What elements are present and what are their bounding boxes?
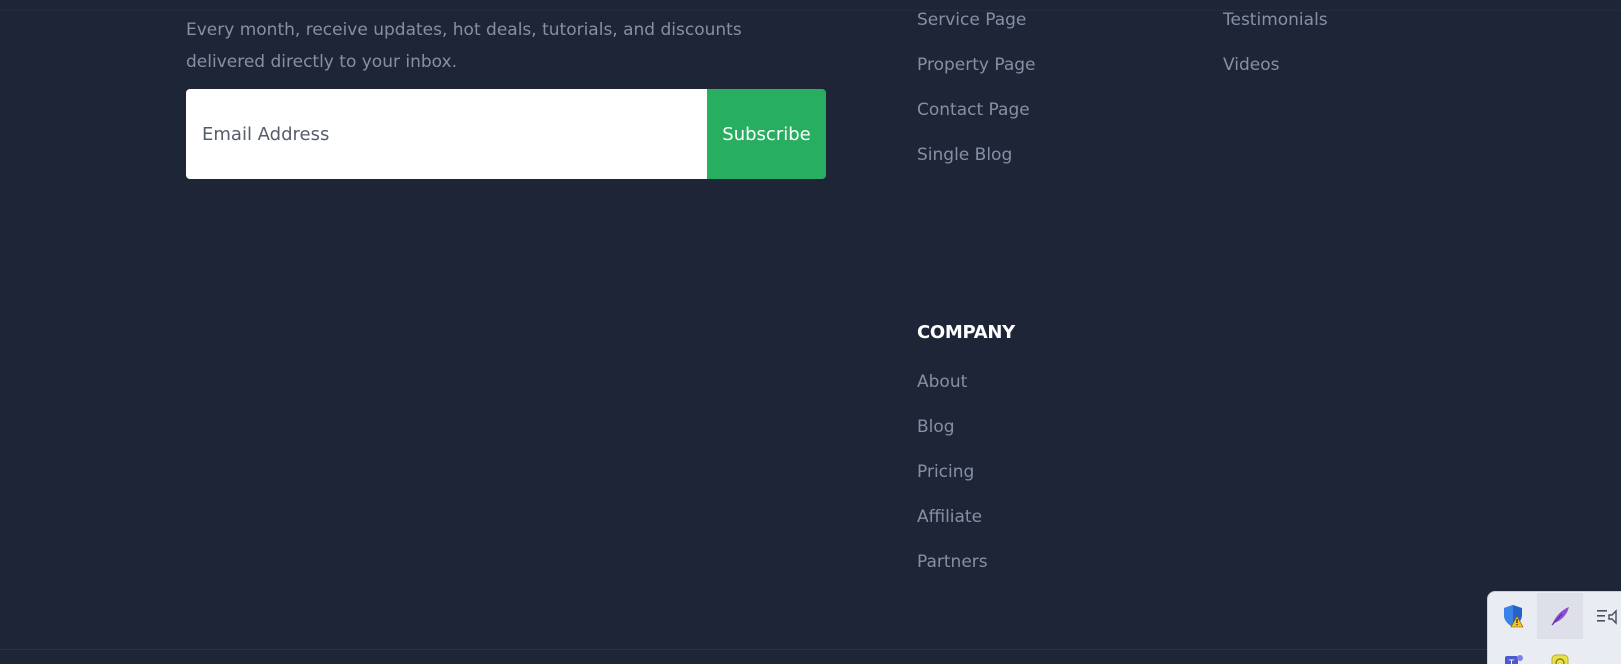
- newsletter-form: Subscribe: [186, 89, 826, 179]
- footer-link-testimonials[interactable]: Testimonials: [1223, 10, 1328, 55]
- company-heading: COMPANY: [917, 322, 1015, 343]
- newsletter-description: Every month, receive updates, hot deals,…: [186, 20, 742, 72]
- footer-page: Every month, receive updates, hot deals,…: [0, 0, 1621, 664]
- footer-link-partners[interactable]: Partners: [917, 552, 988, 597]
- footer-link-pricing[interactable]: Pricing: [917, 462, 988, 507]
- svg-text:T: T: [1508, 659, 1515, 664]
- pages-links-left: Service Page Property Page Contact Page …: [917, 10, 1036, 190]
- security-shield-warning-icon[interactable]: [1490, 593, 1536, 639]
- footer-link-single-blog[interactable]: Single Blog: [917, 145, 1036, 190]
- footer-link-affiliate[interactable]: Affiliate: [917, 507, 988, 552]
- footer-link-service-page[interactable]: Service Page: [917, 10, 1036, 55]
- pages-links-right: Testimonials Videos: [1223, 10, 1328, 100]
- footer-link-blog[interactable]: Blog: [917, 417, 988, 462]
- footer-link-about[interactable]: About: [917, 372, 988, 417]
- company-links: About Blog Pricing Affiliate Partners: [917, 372, 988, 597]
- footer-link-property-page[interactable]: Property Page: [917, 55, 1036, 100]
- email-input[interactable]: [186, 89, 707, 179]
- yellow-app-icon[interactable]: [1537, 640, 1583, 664]
- bottom-divider: [0, 649, 1621, 650]
- footer-link-contact-page[interactable]: Contact Page: [917, 100, 1036, 145]
- system-tray-overflow: T: [1487, 591, 1621, 664]
- speaker-list-icon[interactable]: [1584, 593, 1621, 639]
- top-divider: [0, 10, 1621, 11]
- teams-icon[interactable]: T: [1490, 640, 1536, 664]
- footer-link-videos[interactable]: Videos: [1223, 55, 1328, 100]
- subscribe-button[interactable]: Subscribe: [707, 89, 826, 179]
- feather-pen-icon[interactable]: [1537, 593, 1583, 639]
